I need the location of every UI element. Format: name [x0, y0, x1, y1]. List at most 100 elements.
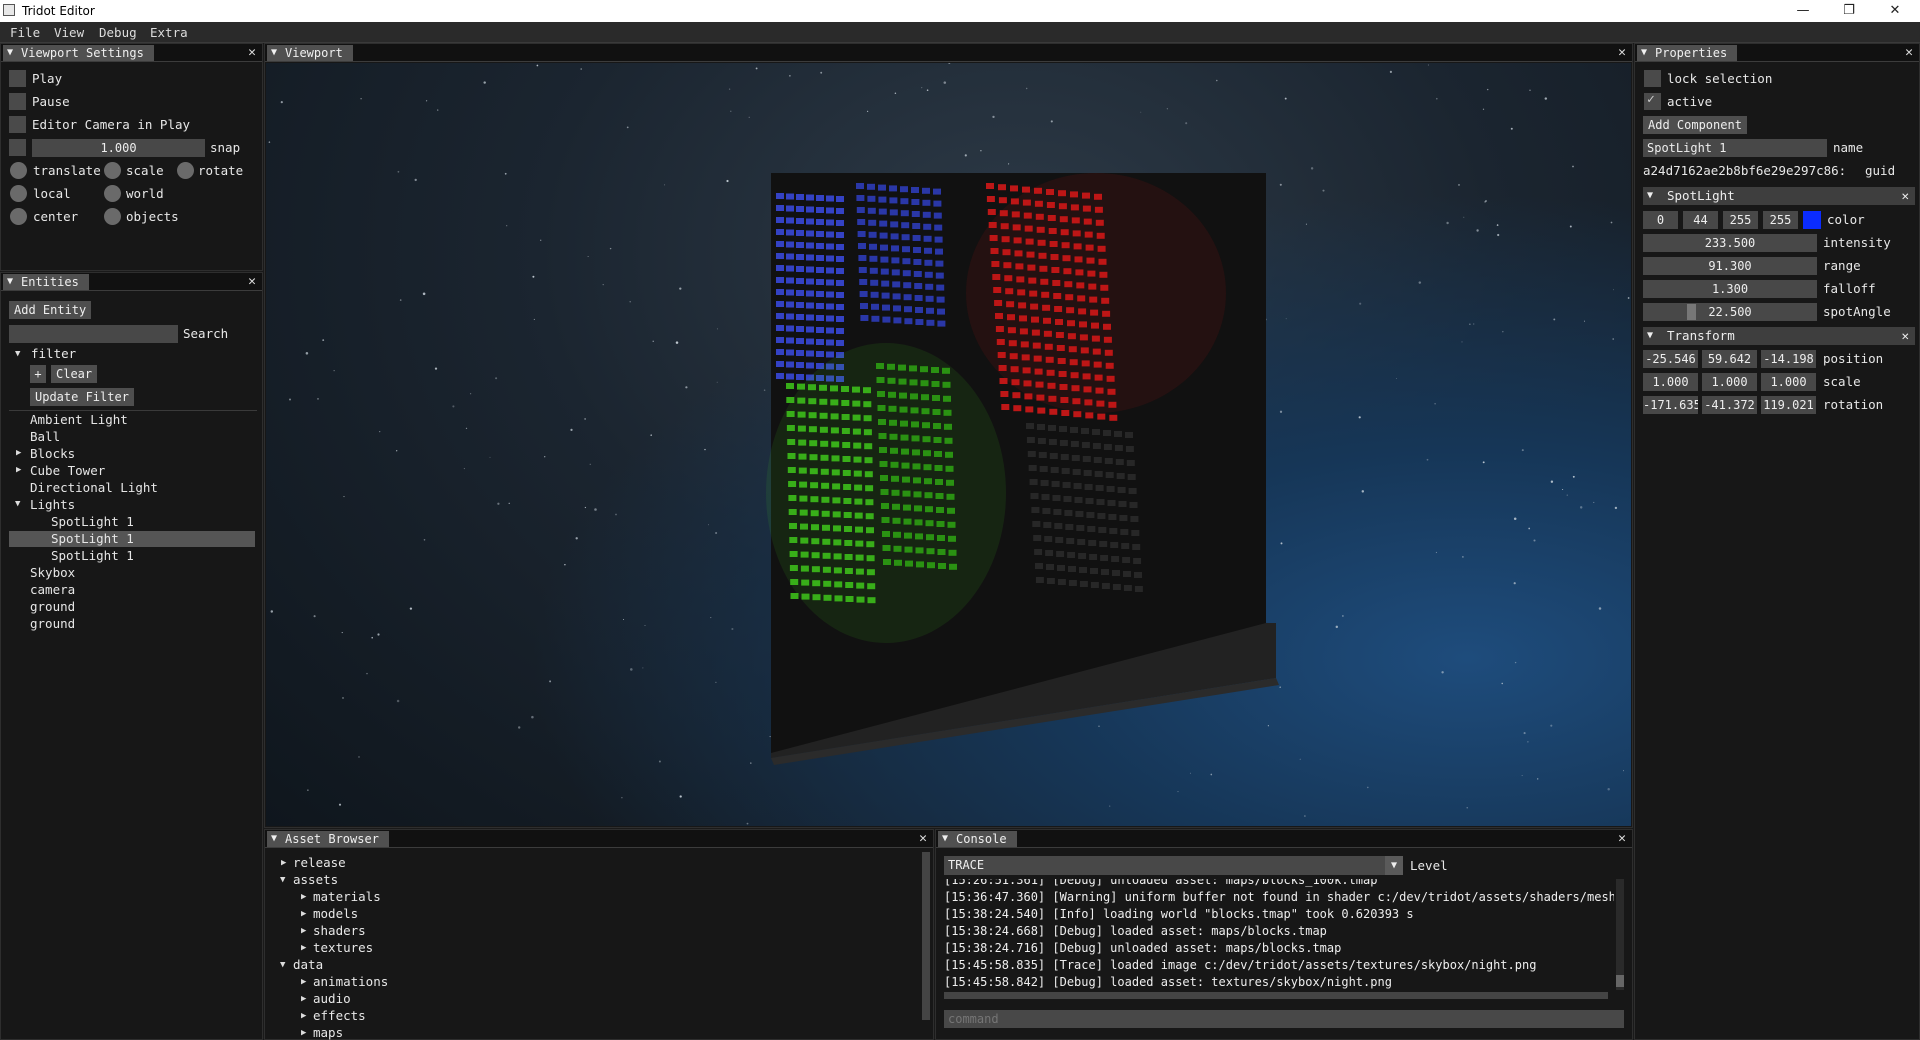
- folder-materials[interactable]: materials: [313, 889, 381, 904]
- filter-label[interactable]: filter: [31, 346, 76, 361]
- folder-release[interactable]: release: [293, 855, 346, 870]
- expand-icon[interactable]: ▶: [301, 977, 306, 987]
- active-checkbox[interactable]: [1644, 92, 1661, 110]
- folder-audio[interactable]: audio: [313, 991, 351, 1006]
- tab-console[interactable]: ▼ Console: [938, 831, 1017, 847]
- scale-x-input[interactable]: 1.000: [1643, 373, 1698, 391]
- command-input[interactable]: [944, 1010, 1624, 1028]
- falloff-input[interactable]: 1.300: [1643, 280, 1817, 298]
- snap-checkbox[interactable]: [9, 139, 26, 156]
- rotation-z-input[interactable]: 119.021: [1761, 396, 1816, 414]
- spotlight-section-header[interactable]: ▼ SpotLight ✕: [1643, 187, 1915, 205]
- entity-ground[interactable]: ground: [30, 599, 75, 615]
- close-icon[interactable]: ✕: [1618, 45, 1626, 61]
- entity-spotlight[interactable]: SpotLight 1: [51, 548, 134, 564]
- expand-blocks-icon[interactable]: ▶: [16, 448, 21, 458]
- play-checkbox[interactable]: [9, 70, 26, 87]
- close-icon[interactable]: ✕: [248, 45, 256, 61]
- chevron-down-icon[interactable]: ▼: [1385, 856, 1403, 875]
- entity-spotlight-selected[interactable]: SpotLight 1: [51, 531, 134, 547]
- position-x-input[interactable]: -25.546: [1643, 350, 1698, 368]
- expand-icon[interactable]: ▶: [301, 1028, 306, 1038]
- entity-lights[interactable]: Lights: [30, 497, 75, 513]
- folder-data[interactable]: data: [293, 957, 323, 972]
- folder-assets[interactable]: assets: [293, 872, 338, 887]
- entity-spotlight[interactable]: SpotLight 1: [51, 514, 134, 530]
- name-input[interactable]: SpotLight 1: [1643, 139, 1827, 157]
- add-entity-button[interactable]: Add Entity: [9, 301, 92, 319]
- console-vertical-scrollbar[interactable]: [1616, 879, 1624, 990]
- expand-icon[interactable]: ▶: [301, 994, 306, 1004]
- maximize-button[interactable]: ❐: [1826, 0, 1872, 22]
- color-g-input[interactable]: 44: [1683, 211, 1718, 229]
- entity-ground[interactable]: ground: [30, 616, 75, 632]
- pause-checkbox[interactable]: [9, 93, 26, 110]
- rotation-y-input[interactable]: -41.372: [1702, 396, 1757, 414]
- expand-lights-icon[interactable]: ▼: [15, 499, 20, 509]
- transform-section-header[interactable]: ▼ Transform ✕: [1643, 327, 1915, 345]
- minimize-button[interactable]: —: [1780, 0, 1826, 22]
- remove-component-icon[interactable]: ✕: [1901, 327, 1909, 345]
- lock-selection-checkbox[interactable]: [1644, 70, 1661, 87]
- color-r-input[interactable]: 0: [1643, 211, 1678, 229]
- folder-maps[interactable]: maps: [313, 1025, 343, 1040]
- close-icon[interactable]: ✕: [919, 831, 927, 847]
- range-input[interactable]: 91.300: [1643, 257, 1817, 275]
- entity-directional-light[interactable]: Directional Light: [30, 480, 158, 496]
- scrollbar-thumb[interactable]: [1616, 975, 1624, 987]
- add-component-button[interactable]: Add Component: [1643, 116, 1747, 134]
- center-radio[interactable]: [10, 208, 27, 225]
- remove-component-icon[interactable]: ✕: [1901, 187, 1909, 205]
- entity-cube-tower[interactable]: Cube Tower: [30, 463, 105, 479]
- objects-radio[interactable]: [104, 208, 121, 225]
- close-window-button[interactable]: ✕: [1872, 0, 1918, 22]
- entity-skybox[interactable]: Skybox: [30, 565, 75, 581]
- rotate-radio[interactable]: [177, 162, 194, 179]
- add-filter-button[interactable]: +: [30, 365, 46, 383]
- close-icon[interactable]: ✕: [1618, 831, 1626, 847]
- close-icon[interactable]: ✕: [1905, 45, 1913, 61]
- clear-filter-button[interactable]: Clear: [51, 365, 98, 383]
- tab-asset-browser[interactable]: ▼ Asset Browser: [267, 831, 389, 847]
- console-horizontal-scrollbar[interactable]: [944, 992, 1608, 999]
- tab-properties[interactable]: ▼ Properties: [1637, 45, 1738, 61]
- expand-icon[interactable]: ▶: [301, 943, 306, 953]
- local-radio[interactable]: [10, 185, 27, 202]
- tab-viewport-settings[interactable]: ▼ Viewport Settings: [3, 45, 154, 61]
- collapse-icon[interactable]: ▼: [280, 960, 285, 970]
- collapse-icon[interactable]: ▼: [280, 875, 285, 885]
- menu-file[interactable]: File: [10, 25, 40, 40]
- tab-viewport[interactable]: ▼ Viewport: [267, 45, 353, 61]
- expand-cube-tower-icon[interactable]: ▶: [16, 465, 21, 475]
- position-y-input[interactable]: 59.642: [1702, 350, 1757, 368]
- update-filter-button[interactable]: Update Filter: [30, 388, 134, 406]
- entity-camera[interactable]: camera: [30, 582, 75, 598]
- folder-models[interactable]: models: [313, 906, 358, 921]
- folder-textures[interactable]: textures: [313, 940, 373, 955]
- filter-expand-icon[interactable]: ▼: [15, 349, 20, 359]
- tab-entities[interactable]: ▼ Entities: [3, 274, 89, 290]
- world-radio[interactable]: [104, 185, 121, 202]
- scale-radio[interactable]: [104, 162, 121, 179]
- scrollbar[interactable]: [922, 852, 930, 1020]
- editor-camera-checkbox[interactable]: [9, 116, 26, 133]
- color-swatch[interactable]: [1803, 211, 1821, 229]
- rotation-x-input[interactable]: -171.635: [1643, 396, 1698, 414]
- expand-icon[interactable]: ▶: [301, 909, 306, 919]
- search-input[interactable]: [9, 325, 178, 343]
- translate-radio[interactable]: [10, 162, 27, 179]
- color-b-input[interactable]: 255: [1723, 211, 1758, 229]
- expand-icon[interactable]: ▶: [281, 858, 286, 868]
- position-z-input[interactable]: -14.198: [1761, 350, 1816, 368]
- log-level-select[interactable]: TRACE ▼: [944, 856, 1403, 875]
- scale-y-input[interactable]: 1.000: [1702, 373, 1757, 391]
- menu-debug[interactable]: Debug: [99, 25, 137, 40]
- scale-z-input[interactable]: 1.000: [1761, 373, 1816, 391]
- folder-animations[interactable]: animations: [313, 974, 388, 989]
- close-icon[interactable]: ✕: [248, 274, 256, 290]
- scene-view[interactable]: [266, 63, 1631, 826]
- snap-input[interactable]: 1.000: [32, 139, 205, 157]
- entity-blocks[interactable]: Blocks: [30, 446, 75, 462]
- entity-ball[interactable]: Ball: [30, 429, 60, 445]
- folder-shaders[interactable]: shaders: [313, 923, 366, 938]
